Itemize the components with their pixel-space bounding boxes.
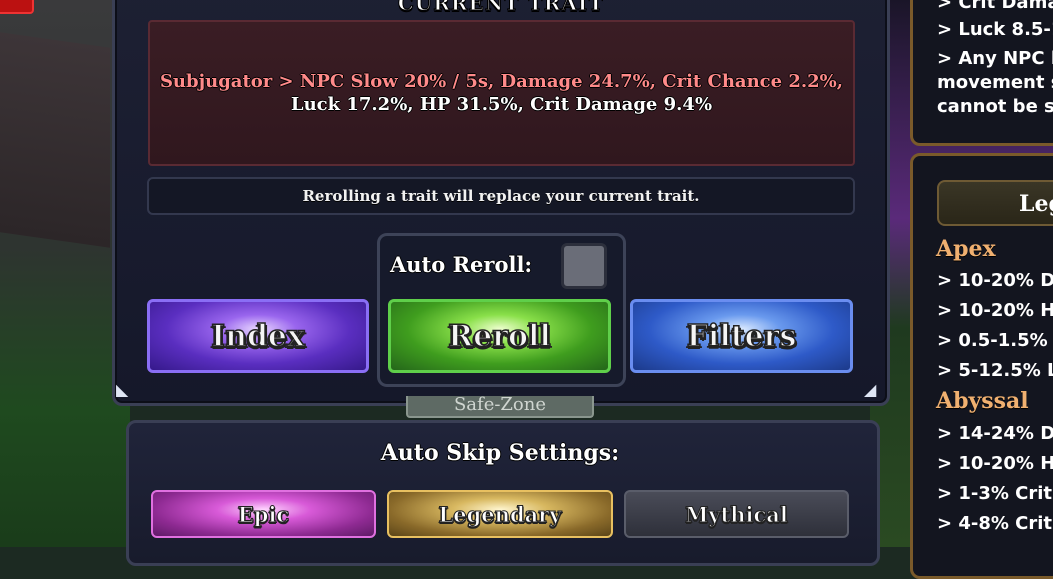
info-line: > 10-20% HI: [937, 453, 1053, 474]
auto-reroll-label: Auto Reroll:: [390, 252, 533, 277]
filters-button[interactable]: Filters: [630, 299, 853, 373]
section-heading-abyssal: Abyssal: [936, 388, 1029, 414]
skip-mythical-button[interactable]: Mythical: [624, 490, 849, 538]
info-line: > Crit Dama: [937, 0, 1053, 13]
rarity-tab[interactable]: Leg: [937, 180, 1053, 226]
info-line: > 4-8% Crit: [937, 513, 1053, 534]
info-line: > Any NPC h: [937, 48, 1053, 69]
trait-description: Subjugator > NPC Slow 20% / 5s, Damage 2…: [150, 70, 853, 116]
info-line: cannot be s: [937, 96, 1053, 117]
info-line: > 14-24% Da: [937, 423, 1053, 444]
corner-bottom-left-icon: ◣: [116, 380, 129, 399]
info-line: movement s: [937, 72, 1053, 93]
red-ui-tab[interactable]: [0, 0, 34, 14]
safe-zone-label: Safe-Zone: [406, 396, 594, 418]
wall-structure: [0, 32, 110, 248]
info-line: > 10-20% HI: [937, 300, 1053, 321]
info-line: > 0.5-1.5% C: [937, 330, 1053, 351]
current-trait-box: Subjugator > NPC Slow 20% / 5s, Damage 2…: [148, 20, 855, 166]
index-button[interactable]: Index: [147, 299, 369, 373]
skip-legendary-button[interactable]: Legendary: [387, 490, 613, 538]
section-heading-apex: Apex: [936, 236, 996, 262]
reroll-warning: Rerolling a trait will replace your curr…: [147, 177, 855, 215]
info-line: > 1-3% Crit C: [937, 483, 1053, 504]
panel-title: CURRENT TRAIT: [397, 0, 605, 16]
corner-bottom-right-icon: ◢: [864, 380, 877, 399]
reroll-button[interactable]: Reroll: [388, 299, 611, 373]
auto-reroll-checkbox[interactable]: [561, 243, 607, 289]
skip-epic-button[interactable]: Epic: [151, 490, 376, 538]
info-line: > Luck 8.5-1: [937, 19, 1053, 40]
auto-skip-title: Auto Skip Settings:: [380, 440, 620, 466]
info-line: > 10-20% Da: [937, 270, 1053, 291]
info-line: > 5-12.5% Lu: [937, 360, 1053, 381]
trait-stats: Luck 17.2%, HP 31.5%, Crit Damage 9.4%: [290, 94, 713, 115]
trait-name: Subjugator > NPC Slow 20% / 5s, Damage 2…: [159, 71, 844, 92]
